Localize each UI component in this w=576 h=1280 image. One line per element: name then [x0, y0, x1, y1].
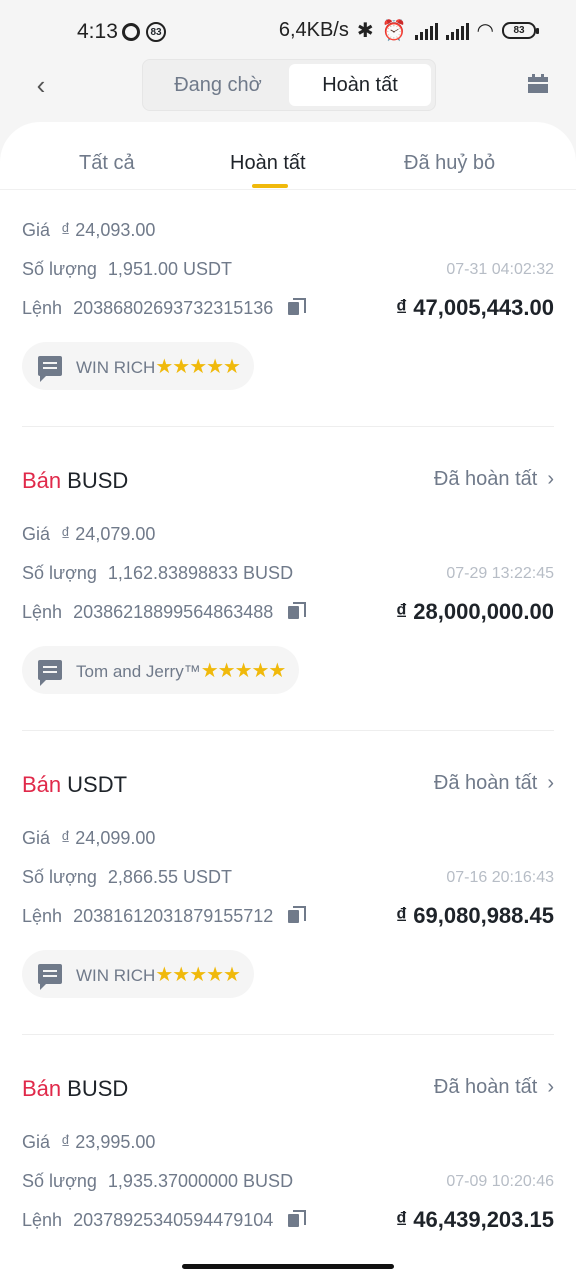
clock: 4:13 [77, 20, 118, 43]
copy-icon[interactable] [288, 906, 307, 924]
circle-notification-icon [122, 23, 140, 41]
back-button[interactable]: ‹ [26, 70, 56, 100]
copy-icon[interactable] [288, 298, 307, 316]
asset-label: BUSD [67, 468, 129, 493]
order-datetime: 07-16 20:16:43 [446, 869, 554, 886]
order-status[interactable]: Đã hoàn tất › [434, 468, 554, 491]
battery-icon: 83 [502, 22, 539, 39]
order-amount: ₫ 28,000,000.00 [395, 599, 554, 624]
wifi-icon: ◠ [476, 20, 494, 42]
price-row: Giá ₫ 24,099.00 [22, 828, 156, 848]
order-status[interactable]: Đã hoàn tất › [434, 772, 554, 795]
order-id-row: Lệnh 20386218899564863488 [22, 602, 307, 623]
order-amount: ₫ 46,439,203.15 [395, 1207, 554, 1232]
segment-pending[interactable]: Đang chờ [147, 64, 289, 106]
counterparty-chip[interactable]: Tom and Jerry™★★★★★ [22, 646, 300, 694]
chevron-right-icon: › [547, 772, 554, 794]
price-row: Giá ₫ 24,079.00 [22, 524, 156, 544]
order-header: Bán USDT Đã hoàn tất › [22, 772, 554, 802]
chevron-left-icon: ‹ [36, 69, 46, 100]
signal-2-icon [445, 22, 469, 40]
price-row: Giá ₫ 23,995.00 [22, 1132, 156, 1152]
order-amount: ₫ 47,005,443.00 [395, 295, 554, 320]
quantity-row: Số lượng 1,935.37000000 BUSD [22, 1171, 294, 1191]
network-speed: 6,4KB/s [278, 19, 349, 41]
counterparty-name: WIN RICH★★★★★ [76, 963, 241, 986]
chevron-right-icon: › [547, 468, 554, 490]
calendar-icon[interactable] [528, 74, 548, 94]
chevron-right-icon: › [547, 1076, 554, 1098]
order-id-row: Lệnh 20386802693732315136 [22, 298, 307, 319]
home-indicator[interactable] [182, 1264, 394, 1269]
status-left-icons: 83 [122, 22, 166, 42]
order-status[interactable]: Đã hoàn tất › [434, 1076, 554, 1099]
copy-icon[interactable] [288, 1210, 307, 1228]
counterparty-name: Tom and Jerry™★★★★★ [76, 659, 286, 682]
quantity-row: Số lượng 2,866.55 USDT [22, 867, 232, 887]
tab-completed[interactable]: Hoàn tất [230, 152, 306, 175]
signal-icon [414, 22, 438, 40]
order-datetime: 07-29 13:22:45 [446, 565, 554, 582]
filter-tabs: Tất cả Hoàn tất Đã huỷ bỏ [0, 122, 576, 190]
side-label: Bán [22, 468, 62, 493]
order-amount: ₫ 69,080,988.45 [395, 903, 554, 928]
order-header: Bán BUSD Đã hoàn tất › [22, 468, 554, 498]
counterparty-name: WIN RICH★★★★★ [76, 355, 241, 378]
order-id-row: Lệnh 20378925340594479104 [22, 1210, 307, 1231]
tab-all[interactable]: Tất cả [79, 152, 135, 175]
orders-sheet: Tất cả Hoàn tất Đã huỷ bỏ Giá ₫ 24,093.0… [0, 122, 576, 1280]
chat-icon [38, 356, 62, 382]
bluetooth-icon: ✱ [356, 20, 374, 42]
side-label: Bán [22, 772, 62, 797]
divider [22, 730, 554, 731]
segment-completed[interactable]: Hoàn tất [289, 64, 431, 106]
asset-label: BUSD [67, 1076, 129, 1101]
quantity-row: Số lượng 1,951.00 USDT [22, 259, 232, 279]
divider [22, 1034, 554, 1035]
status-segmented-control: Đang chờ Hoàn tất [142, 59, 436, 111]
chat-icon [38, 660, 62, 686]
alarm-icon: ⏰ [381, 20, 407, 42]
order-datetime: 07-09 10:20:46 [446, 1173, 554, 1190]
order-datetime: 07-31 04:02:32 [446, 261, 554, 278]
asset-label: USDT [67, 772, 128, 797]
chat-icon [38, 964, 62, 990]
copy-icon[interactable] [288, 602, 307, 620]
price-row: Giá ₫ 24,093.00 [22, 220, 156, 240]
notification-badge-icon: 83 [146, 22, 166, 42]
order-id-row: Lệnh 20381612031879155712 [22, 906, 307, 927]
tab-indicator [252, 184, 288, 188]
side-label: Bán [22, 1076, 62, 1101]
status-bar: 4:13 83 6,4KB/s ✱ ⏰ ◠ 83 [0, 0, 576, 64]
divider [22, 426, 554, 427]
quantity-row: Số lượng 1,162.83898833 BUSD [22, 563, 294, 583]
status-right-icons: 6,4KB/s ✱ ⏰ ◠ 83 [278, 18, 539, 43]
counterparty-chip[interactable]: WIN RICH★★★★★ [22, 342, 254, 390]
order-header: Bán BUSD Đã hoàn tất › [22, 1076, 554, 1106]
tab-cancelled[interactable]: Đã huỷ bỏ [404, 152, 495, 175]
counterparty-chip[interactable]: WIN RICH★★★★★ [22, 950, 254, 998]
